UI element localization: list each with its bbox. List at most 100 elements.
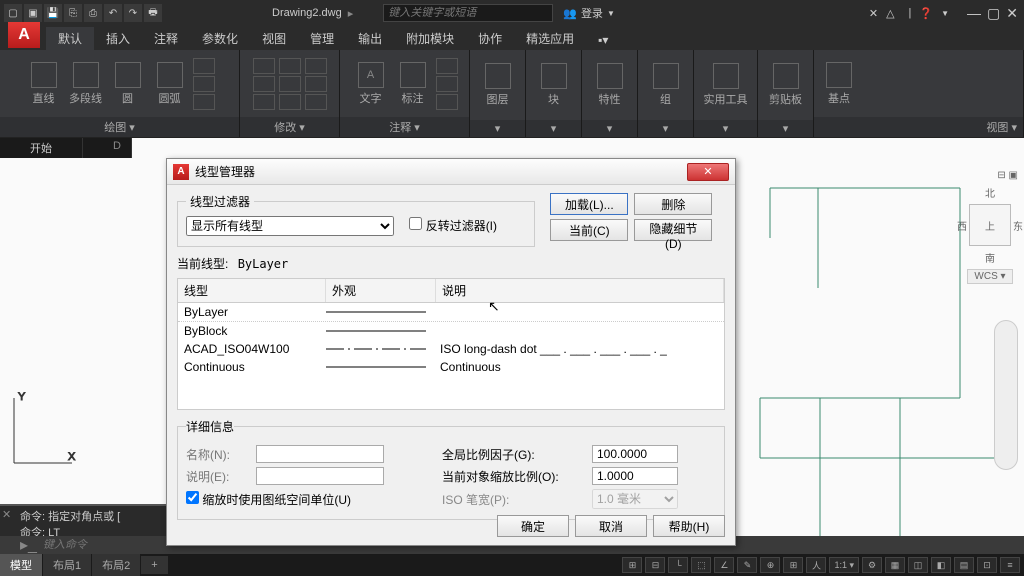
draw-small-icon[interactable] [193,58,215,74]
modify-icon[interactable] [279,94,301,110]
status-icon[interactable]: ⊞ [622,557,642,573]
viewcube[interactable]: 上 [969,204,1011,246]
status-icon[interactable]: ◧ [931,557,951,573]
search-input[interactable] [383,4,553,22]
dropdown-icon[interactable]: ▸ [348,7,354,20]
ok-button[interactable]: 确定 [497,515,569,537]
col-type[interactable]: 线型 [178,279,326,302]
tab-default[interactable]: 默认 [46,27,94,50]
cmd-close-icon[interactable]: ✕ [2,508,11,521]
save-icon[interactable]: 💾 [44,4,62,22]
group-button[interactable]: 组 [647,63,685,107]
start-tab[interactable]: 开始 [0,138,83,158]
nav-east[interactable]: 东 [1013,218,1023,233]
modify-icon[interactable] [305,76,327,92]
modify-icon[interactable] [279,76,301,92]
help-button[interactable]: 帮助(H) [653,515,725,537]
plot-icon[interactable]: ⎙ [84,4,102,22]
minimize-icon[interactable]: — [967,5,981,22]
drawing-tab[interactable]: D [83,138,132,158]
annot-icon[interactable] [436,94,458,110]
saveas-icon[interactable]: ⎘ [64,4,82,22]
status-icon[interactable]: 人 [806,557,826,573]
prop-button[interactable]: 特性 [591,63,629,107]
invert-filter-checkbox[interactable]: 反转过滤器(I) [409,219,497,233]
status-icon[interactable]: └ [668,557,688,573]
status-icon[interactable]: ≡ [1000,557,1020,573]
tab-output[interactable]: 输出 [346,27,394,50]
status-icon[interactable]: ⊡ [977,557,997,573]
draw-small-icon[interactable] [193,76,215,92]
tab-view[interactable]: 视图 [250,27,298,50]
group-title-layer[interactable]: ▾ [470,120,525,137]
group-title-block[interactable]: ▾ [526,120,581,137]
redo-icon[interactable]: ↷ [124,4,142,22]
table-row[interactable]: ByLayer [178,303,724,322]
dim-button[interactable]: 标注 [394,62,432,106]
undo-icon[interactable]: ↶ [104,4,122,22]
dialog-titlebar[interactable]: A 线型管理器 ✕ [167,159,735,185]
layout2-tab[interactable]: 布局2 [92,554,140,576]
paperspace-checkbox[interactable]: 缩放时使用图纸空间单位(U) [186,491,384,508]
status-icon[interactable]: ⚙ [862,557,882,573]
login-area[interactable]: 👥 登录 ▼ [563,5,615,21]
filter-select[interactable]: 显示所有线型 [186,216,394,236]
annot-icon[interactable] [436,58,458,74]
table-row[interactable]: Continuous Continuous [178,358,724,376]
maximize-icon[interactable]: ▢ [987,5,1000,22]
layout1-tab[interactable]: 布局1 [43,554,91,576]
status-icon[interactable]: ▦ [885,557,905,573]
text-button[interactable]: A文字 [352,62,390,106]
status-icon[interactable]: ⊟ [645,557,665,573]
print-icon[interactable]: 🖶 [144,4,162,22]
layout-add[interactable]: + [141,556,167,574]
status-icon[interactable]: ⊞ [783,557,803,573]
hide-detail-button[interactable]: 隐藏细节(D) [634,219,712,241]
viewcube-close-icon[interactable]: ⊟ ▣ [997,170,1018,181]
group-title-prop[interactable]: ▾ [582,120,637,137]
open-icon[interactable]: ▣ [24,4,42,22]
tab-manage[interactable]: 管理 [298,27,346,50]
group-title-clip[interactable]: ▾ [758,120,813,137]
modify-icon[interactable] [279,58,301,74]
current-button[interactable]: 当前(C) [550,219,628,241]
nav-north[interactable]: 北 [985,185,995,200]
status-icon[interactable]: ▤ [954,557,974,573]
tab-insert[interactable]: 插入 [94,27,142,50]
global-scale-input[interactable]: 100.0000 [592,445,678,463]
new-icon[interactable]: ▢ [4,4,22,22]
group-title-annot[interactable]: 注释 ▾ [340,117,469,137]
group-title-modify[interactable]: 修改 ▾ [240,117,339,137]
col-desc[interactable]: 说明 [436,279,724,302]
tab-overflow[interactable]: ▪▾ [586,30,620,50]
modify-icon[interactable] [305,58,327,74]
scale-button[interactable]: 1:1 ▾ [829,557,859,573]
circle-button[interactable]: 圆 [109,62,147,106]
close-icon[interactable]: ✕ [1006,5,1018,22]
modify-icon[interactable] [253,58,275,74]
status-icon[interactable]: ⬚ [691,557,711,573]
nav-south[interactable]: 南 [985,250,995,265]
linetype-table[interactable]: 线型 外观 说明 ByLayer ByBlock ACAD_ISO04W100 … [177,278,725,410]
tab-parametric[interactable]: 参数化 [190,27,250,50]
navbar-tool[interactable] [994,320,1018,470]
tab-annotate[interactable]: 注释 [142,27,190,50]
draw-small-icon[interactable] [193,94,215,110]
polyline-button[interactable]: 多段线 [67,62,105,106]
wcs-dropdown[interactable]: WCS ▾ [967,269,1012,284]
group-title-util[interactable]: ▾ [694,120,757,137]
basepoint-button[interactable]: 基点 [820,62,858,106]
block-button[interactable]: 块 [535,63,573,107]
table-row[interactable]: ACAD_ISO04W100 ISO long-dash dot ___ . _… [178,340,724,358]
autocad-logo[interactable]: A [8,22,40,48]
cancel-button[interactable]: 取消 [575,515,647,537]
delete-button[interactable]: 删除 [634,193,712,215]
exchange-icon[interactable]: ✕ [869,7,878,20]
table-row[interactable]: ByBlock [178,322,724,340]
status-icon[interactable]: ◫ [908,557,928,573]
nav-west[interactable]: 西 [957,218,967,233]
help-icon[interactable]: ❓ [919,7,933,20]
search-box[interactable] [383,4,553,22]
status-icon[interactable]: ⊕ [760,557,780,573]
model-tab[interactable]: 模型 [0,554,42,576]
